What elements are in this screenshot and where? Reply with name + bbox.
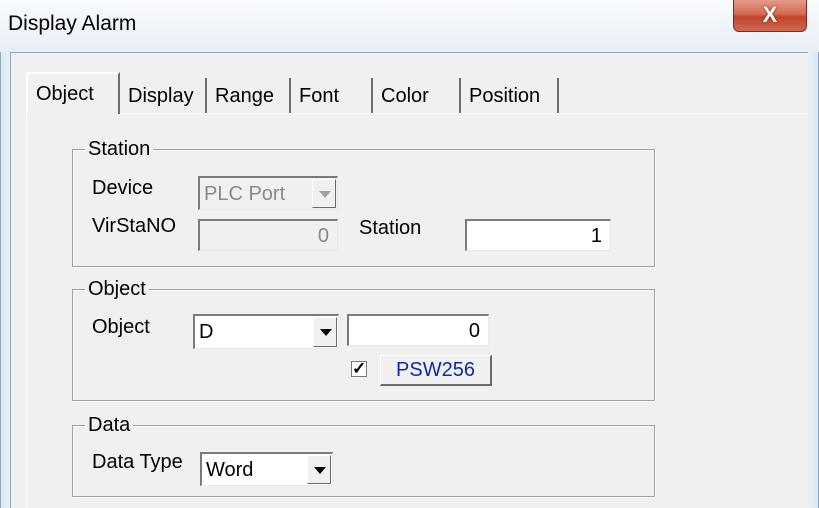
- psw256-button[interactable]: PSW256: [380, 355, 492, 386]
- device-select-value: PLC Port: [204, 183, 286, 205]
- object-address-field[interactable]: 0: [347, 314, 489, 346]
- psw256-button-label: PSW256: [396, 359, 475, 381]
- data-type-select[interactable]: Word: [200, 452, 333, 486]
- virstano-field[interactable]: 0: [198, 219, 338, 251]
- station-group-title: Station: [85, 137, 154, 161]
- tab-range-label: Range: [215, 85, 274, 107]
- tab-range[interactable]: Range: [207, 78, 291, 114]
- tab-object[interactable]: Object: [26, 72, 120, 114]
- chevron-down-icon: [313, 317, 337, 347]
- tab-font-label: Font: [299, 85, 340, 107]
- object-type-value: D: [199, 321, 214, 343]
- virstano-label: VirStaNO: [92, 215, 177, 237]
- data-type-value: Word: [206, 459, 254, 481]
- data-type-label: Data Type: [92, 451, 183, 473]
- object-label: Object: [92, 316, 150, 338]
- tab-object-label: Object: [36, 83, 94, 105]
- psw-checkbox[interactable]: ✓: [351, 359, 367, 378]
- tab-position-label: Position: [469, 85, 541, 107]
- station-field[interactable]: 1: [465, 219, 611, 251]
- window-border-right: [808, 52, 819, 508]
- title-bar: Display Alarm X: [0, 0, 819, 52]
- tab-position[interactable]: Position: [461, 78, 559, 114]
- tab-font[interactable]: Font: [291, 78, 373, 114]
- tab-display-label: Display: [128, 85, 194, 107]
- chevron-down-icon: [307, 455, 331, 484]
- object-type-select[interactable]: D: [193, 314, 339, 349]
- chevron-down-icon: [312, 179, 336, 208]
- device-label: Device: [92, 177, 154, 199]
- close-button[interactable]: X: [733, 0, 807, 32]
- check-icon: ✓: [352, 359, 367, 378]
- tab-color[interactable]: Color: [373, 78, 461, 114]
- window-border-left: [0, 52, 10, 508]
- device-select[interactable]: PLC Port: [198, 176, 338, 210]
- tab-color-label: Color: [381, 85, 429, 107]
- object-group-title: Object: [85, 277, 149, 301]
- station-label: Station: [359, 217, 422, 239]
- window-title: Display Alarm: [8, 12, 137, 35]
- tab-display[interactable]: Display: [120, 78, 207, 114]
- close-icon: X: [762, 2, 778, 27]
- data-group-title: Data: [85, 413, 134, 437]
